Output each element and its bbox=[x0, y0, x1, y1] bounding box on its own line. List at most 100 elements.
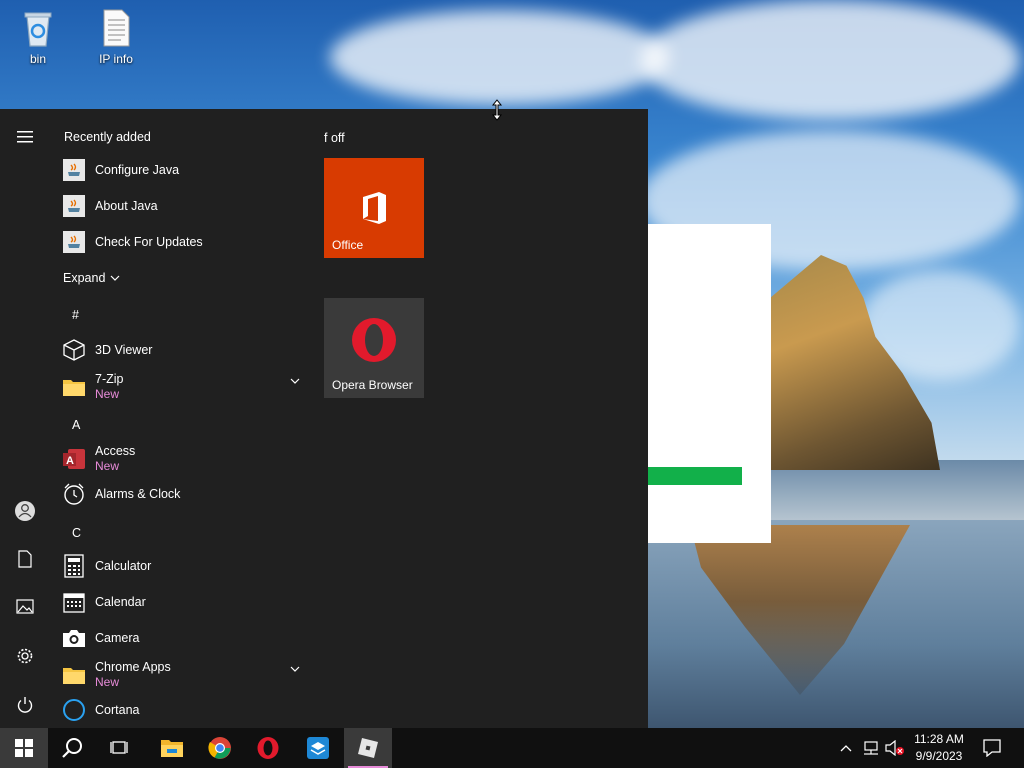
chevron-down-icon[interactable] bbox=[290, 665, 300, 673]
network-button[interactable] bbox=[860, 728, 882, 768]
task-view-icon bbox=[110, 741, 128, 754]
java-icon bbox=[62, 194, 86, 218]
new-badge: New bbox=[95, 675, 120, 689]
alarm-clock-icon bbox=[62, 482, 86, 506]
text-file-icon bbox=[103, 9, 130, 47]
svg-text:A: A bbox=[66, 455, 74, 467]
tile-opera-browser[interactable]: Opera Browser bbox=[324, 298, 424, 398]
clock-time: 11:28 AM bbox=[914, 732, 964, 746]
document-icon bbox=[18, 550, 32, 568]
power-icon bbox=[17, 697, 33, 713]
app-alarms-clock[interactable]: Alarms & Clock bbox=[62, 477, 312, 511]
opera-icon bbox=[257, 737, 279, 759]
app-name: Calculator bbox=[95, 558, 152, 573]
documents-button[interactable] bbox=[0, 539, 50, 579]
start-menu: Recently added Configure Java About Java… bbox=[0, 109, 648, 728]
taskbar-chrome[interactable] bbox=[196, 728, 244, 768]
opera-icon bbox=[352, 318, 396, 362]
power-button[interactable] bbox=[0, 685, 50, 725]
recycle-bin-icon bbox=[24, 12, 52, 47]
camera-icon bbox=[62, 626, 86, 650]
app-list: Recently added Configure Java About Java… bbox=[50, 109, 310, 728]
taskbar-app[interactable] bbox=[294, 728, 342, 768]
desktop-icon-label: bin bbox=[29, 52, 46, 66]
taskbar-opera[interactable] bbox=[244, 728, 292, 768]
taskbar-file-explorer[interactable] bbox=[148, 728, 196, 768]
notification-icon bbox=[983, 739, 1001, 757]
taskbar-roblox[interactable] bbox=[344, 728, 392, 768]
chevron-down-icon[interactable] bbox=[290, 377, 300, 385]
app-3d-viewer[interactable]: 3D Viewer bbox=[62, 333, 312, 367]
app-about-java[interactable]: About Java bbox=[62, 189, 312, 223]
app-name: Check For Updates bbox=[95, 234, 203, 249]
new-badge: New bbox=[95, 459, 120, 473]
tiles-area: f off Office Opera Browser bbox=[310, 109, 648, 728]
tile-label: Office bbox=[332, 238, 364, 252]
settings-button[interactable] bbox=[0, 636, 50, 676]
app-name: Alarms & Clock bbox=[95, 486, 181, 501]
start-button[interactable] bbox=[0, 728, 48, 768]
expand-recent-button[interactable]: Expand bbox=[63, 271, 120, 285]
windows-start-icon bbox=[15, 739, 33, 757]
app-folder-7zip[interactable]: 7-Zip New bbox=[62, 367, 312, 407]
hamburger-icon bbox=[17, 131, 33, 143]
letter-header-a[interactable]: A bbox=[72, 418, 80, 432]
app-name: Cortana bbox=[95, 702, 140, 717]
access-icon: A bbox=[62, 447, 86, 471]
tile-office[interactable]: Office bbox=[324, 158, 424, 258]
user-account-button[interactable] bbox=[0, 491, 50, 531]
network-icon bbox=[864, 741, 878, 755]
app-check-for-updates[interactable]: Check For Updates bbox=[62, 225, 312, 259]
app-name: Camera bbox=[95, 630, 140, 645]
search-icon bbox=[62, 738, 82, 758]
app-access[interactable]: A Access New bbox=[62, 439, 312, 479]
desktop-icon-ip-info[interactable]: IP info bbox=[86, 8, 146, 66]
java-icon bbox=[62, 158, 86, 182]
resize-cursor-icon bbox=[491, 99, 503, 121]
task-view-button[interactable] bbox=[96, 728, 144, 768]
app-cortana[interactable]: Cortana bbox=[62, 693, 312, 727]
app-camera[interactable]: Camera bbox=[62, 621, 312, 655]
user-icon bbox=[15, 501, 35, 521]
action-center-button[interactable] bbox=[978, 728, 1006, 768]
letter-header-c[interactable]: C bbox=[72, 526, 81, 540]
app-name: About Java bbox=[95, 198, 158, 213]
app-icon bbox=[307, 737, 329, 759]
app-name: Calendar bbox=[95, 594, 146, 609]
expand-menu-button[interactable] bbox=[0, 117, 50, 157]
app-name: 3D Viewer bbox=[95, 342, 153, 357]
app-name: Access bbox=[95, 444, 136, 458]
clock[interactable]: 11:28 AM 9/9/2023 bbox=[906, 731, 972, 765]
progress-bar bbox=[648, 467, 742, 485]
letter-header-hash[interactable]: # bbox=[72, 308, 79, 322]
desktop-icon-label: IP info bbox=[99, 52, 133, 66]
background-window[interactable] bbox=[648, 224, 771, 543]
tile-group-title[interactable]: f off bbox=[324, 131, 345, 145]
app-name: Configure Java bbox=[95, 162, 180, 177]
chevron-down-icon bbox=[110, 275, 120, 281]
app-calendar[interactable]: Calendar bbox=[62, 585, 312, 619]
settings-icon bbox=[17, 648, 33, 664]
clock-date: 9/9/2023 bbox=[915, 749, 963, 763]
folder-icon bbox=[62, 663, 86, 687]
app-name: 7-Zip bbox=[95, 372, 124, 386]
office-icon bbox=[363, 192, 386, 224]
desktop-icon-recycle-bin[interactable]: bin bbox=[8, 8, 68, 66]
recently-added-title: Recently added bbox=[64, 130, 151, 144]
pictures-button[interactable] bbox=[0, 587, 50, 627]
start-rail bbox=[0, 109, 50, 728]
show-hidden-icons-button[interactable] bbox=[836, 728, 856, 768]
app-folder-chrome-apps[interactable]: Chrome Apps New bbox=[62, 655, 312, 695]
calculator-icon bbox=[62, 554, 86, 578]
app-configure-java[interactable]: Configure Java bbox=[62, 153, 312, 187]
volume-button[interactable] bbox=[884, 728, 906, 768]
search-button[interactable] bbox=[48, 728, 96, 768]
new-badge: New bbox=[95, 387, 120, 401]
calendar-icon bbox=[62, 590, 86, 614]
cortana-icon bbox=[62, 698, 86, 722]
pictures-icon bbox=[16, 599, 34, 614]
roblox-icon bbox=[358, 738, 378, 758]
taskbar: 11:28 AM 9/9/2023 bbox=[0, 728, 1024, 768]
chevron-up-icon bbox=[840, 745, 852, 752]
app-calculator[interactable]: Calculator bbox=[62, 549, 312, 583]
